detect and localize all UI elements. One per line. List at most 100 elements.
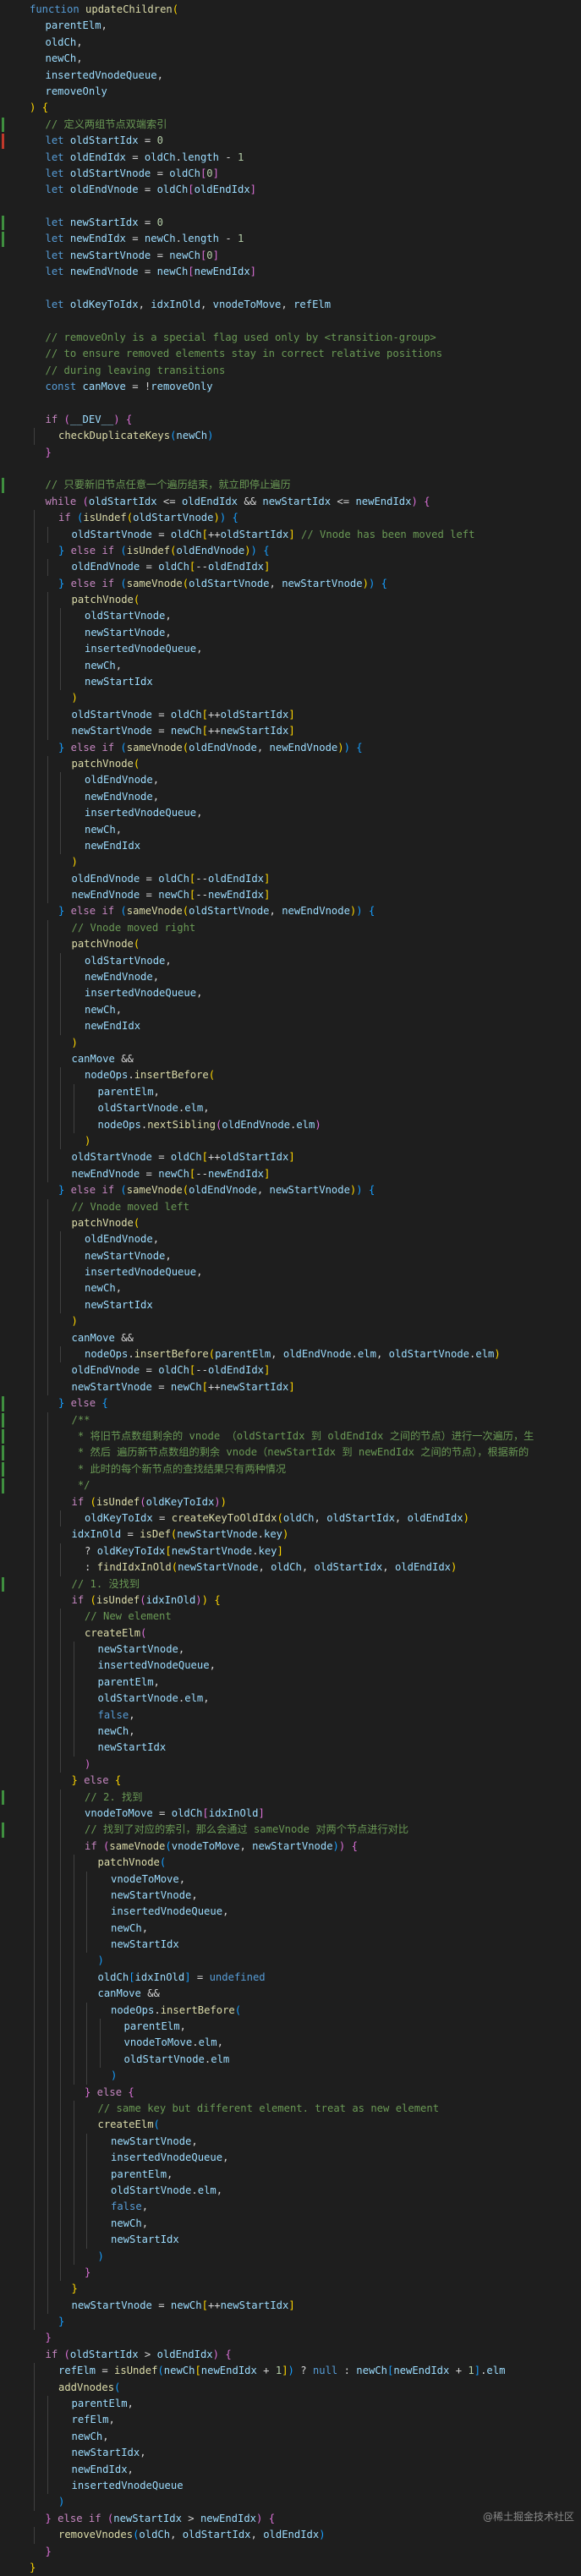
code-line[interactable]: newStartVnode = newCh[++newStartIdx] (0, 2297, 581, 2315)
code-line[interactable]: patchVnode( (0, 1214, 581, 1232)
code-line[interactable]: addVnodes( (0, 2379, 581, 2397)
code-line[interactable]: oldStartVnode.elm (0, 2051, 581, 2069)
code-line[interactable]: createElm( (0, 2117, 581, 2134)
code-line[interactable]: false, (0, 1707, 581, 1724)
code-line[interactable]: */ (0, 1477, 581, 1494)
code-line[interactable]: let oldEndVnode = oldCh[oldEndIdx] (0, 182, 581, 198)
code-line[interactable]: } else if (sameVnode(oldStartVnode, newS… (0, 575, 581, 593)
code-line[interactable]: newCh, (0, 2215, 581, 2233)
code-line[interactable] (0, 281, 581, 297)
code-line[interactable]: // 只要新旧节点任意一个遍历结束，就立即停止遍历 (0, 477, 581, 493)
code-line[interactable]: parentElm, (0, 18, 581, 34)
code-line[interactable]: ? oldKeyToIdx[newStartVnode.key] (0, 1543, 581, 1560)
code-line[interactable]: newStartIdx, (0, 2445, 581, 2462)
code-line[interactable]: let newStartVnode = newCh[0] (0, 248, 581, 264)
code-line[interactable]: newStartIdx (0, 1740, 581, 1757)
code-line[interactable]: vnodeToMove, (0, 1871, 581, 1888)
code-line[interactable]: } (0, 2544, 581, 2560)
code-line[interactable]: vnodeToMove.elm, (0, 2035, 581, 2052)
code-line[interactable]: oldStartVnode.elm, (0, 2182, 581, 2200)
code-line[interactable]: } (0, 2264, 581, 2282)
code-line[interactable]: newStartIdx (0, 1937, 581, 1954)
code-line[interactable]: } else { (0, 1395, 581, 1412)
code-line[interactable]: } (0, 2281, 581, 2298)
code-line[interactable]: oldStartVnode = oldCh[++oldStartIdx] (0, 706, 581, 724)
code-line[interactable]: ) (0, 1953, 581, 1970)
code-line[interactable]: oldCh[idxInOld] = undefined (0, 1969, 581, 1987)
code-line[interactable]: let newEndVnode = newCh[newEndIdx] (0, 264, 581, 280)
code-line[interactable]: : findIdxInOld(newStartVnode, oldCh, old… (0, 1559, 581, 1576)
code-line[interactable]: let newStartIdx = 0 (0, 215, 581, 231)
code-line[interactable]: newCh, (0, 657, 581, 675)
code-line[interactable]: oldStartVnode.elm, (0, 1691, 581, 1707)
code-line[interactable] (0, 395, 581, 411)
code-line[interactable]: insertedVnodeQueue, (0, 805, 581, 822)
code-line[interactable]: insertedVnodeQueue, (0, 985, 581, 1002)
code-line[interactable]: if (isUndef(oldKeyToIdx)) (0, 1494, 581, 1510)
code-line[interactable]: if (oldStartIdx > oldEndIdx) { (0, 2347, 581, 2363)
code-line[interactable]: newEndIdx (0, 837, 581, 855)
code-line[interactable]: } (0, 2314, 581, 2331)
code-line[interactable]: newStartVnode, (0, 1887, 581, 1905)
code-line[interactable]: insertedVnodeQueue, (0, 1658, 581, 1674)
code-line[interactable]: } else if (isUndef(oldEndVnode)) { (0, 542, 581, 560)
code-line[interactable]: * 此时的每个新节点的查找结果只有两种情况 (0, 1461, 581, 1478)
code-line[interactable]: * 将旧节点数组剩余的 vnode （oldStartIdx 到 oldEndI… (0, 1428, 581, 1445)
code-line[interactable]: } (0, 2560, 581, 2576)
code-line[interactable]: ) (0, 1756, 581, 1773)
code-line[interactable]: ) (0, 1313, 581, 1330)
code-line[interactable]: } else if (sameVnode(oldEndVnode, newSta… (0, 1182, 581, 1199)
code-line[interactable]: ) (0, 1132, 581, 1150)
code-line[interactable]: oldEndVnode, (0, 772, 581, 789)
code-line[interactable]: if (sameVnode(vnodeToMove, newStartVnode… (0, 1838, 581, 1855)
code-line[interactable]: newStartVnode, (0, 624, 581, 642)
code-line[interactable]: insertedVnodeQueue, (0, 1904, 581, 1921)
code-line[interactable]: patchVnode( (0, 755, 581, 773)
code-line[interactable]: ) { (0, 100, 581, 116)
code-line[interactable]: // 定义两组节点双端索引 (0, 117, 581, 133)
code-line[interactable]: if (__DEV__) { (0, 412, 581, 428)
code-line[interactable]: // New element (0, 1609, 581, 1625)
code-line[interactable]: * 然后 遍历新节点数组的剩余 vnode（newStartIdx 到 newE… (0, 1444, 581, 1461)
code-line[interactable]: oldCh, (0, 35, 581, 51)
code-line[interactable]: newEndVnode = newCh[--newEndIdx] (0, 887, 581, 904)
code-line[interactable]: let oldStartVnode = oldCh[0] (0, 166, 581, 182)
code-line[interactable]: newEndIdx (0, 1018, 581, 1035)
code-line[interactable]: if (isUndef(oldStartVnode)) { (0, 510, 581, 527)
code-line[interactable]: } else if (sameVnode(oldEndVnode, newEnd… (0, 739, 581, 756)
code-line[interactable]: // removeOnly is a special flag used onl… (0, 330, 581, 346)
code-line[interactable]: oldEndVnode = oldCh[--oldEndIdx] (0, 870, 581, 888)
code-line[interactable]: newStartIdx (0, 1296, 581, 1314)
code-line[interactable]: oldStartVnode, (0, 608, 581, 625)
code-line[interactable]: canMove && (0, 1329, 581, 1347)
code-line[interactable]: if (isUndef(idxInOld)) { (0, 1592, 581, 1609)
code-line[interactable]: // during leaving transitions (0, 363, 581, 379)
code-line[interactable]: function updateChildren( (0, 2, 581, 18)
code-line[interactable]: oldKeyToIdx = createKeyToOldIdx(oldCh, o… (0, 1510, 581, 1527)
code-line[interactable]: insertedVnodeQueue, (0, 1264, 581, 1281)
code-line[interactable]: createElm( (0, 1625, 581, 1642)
code-line[interactable]: patchVnode( (0, 1855, 581, 1872)
code-line[interactable]: // to ensure removed elements stay in co… (0, 346, 581, 362)
code-line[interactable]: idxInOld = isDef(newStartVnode.key) (0, 1526, 581, 1543)
code-line[interactable]: // 2. 找到 (0, 1789, 581, 1806)
code-line[interactable]: insertedVnodeQueue, (0, 68, 581, 84)
code-line[interactable]: newCh, (0, 1724, 581, 1740)
code-line[interactable]: oldEndVnode = oldCh[--oldEndIdx] (0, 559, 581, 576)
code-line[interactable]: newCh, (0, 1920, 581, 1937)
code-line[interactable]: // Vnode moved left (0, 1198, 581, 1215)
code-line[interactable]: nodeOps.insertBefore( (0, 2002, 581, 2020)
code-line[interactable]: canMove && (0, 1051, 581, 1068)
code-line[interactable] (0, 313, 581, 329)
code-line[interactable]: newStartVnode = newCh[++newStartIdx] (0, 1378, 581, 1396)
code-line[interactable]: // 找到了对应的索引，那么会通过 sameVnode 对两个节点进行对比 (0, 1822, 581, 1839)
code-line[interactable]: ) (0, 854, 581, 871)
code-line[interactable]: newStartVnode = newCh[++newStartIdx] (0, 723, 581, 740)
code-line[interactable]: let oldEndIdx = oldCh.length - 1 (0, 150, 581, 166)
code-line[interactable]: checkDuplicateKeys(newCh) (0, 428, 581, 445)
code-line[interactable]: newCh, (0, 821, 581, 838)
code-line[interactable]: insertedVnodeQueue, (0, 641, 581, 658)
code-line[interactable]: oldStartVnode.elm, (0, 1100, 581, 1117)
code-line[interactable]: ) (0, 690, 581, 707)
code-line[interactable]: oldEndVnode = oldCh[--oldEndIdx] (0, 1362, 581, 1379)
